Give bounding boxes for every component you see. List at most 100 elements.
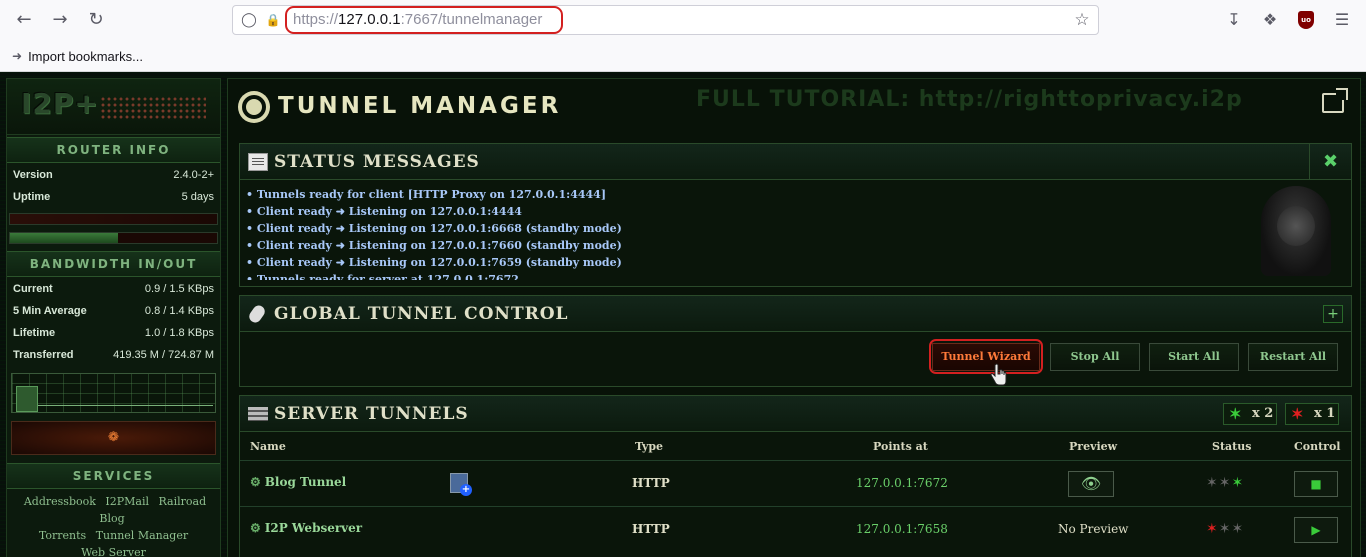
bandwidth-5min: 5 Min Average 0.8 / 1.4 KBps [7,301,220,323]
service-addressbook[interactable]: Addressbook [24,495,96,508]
status-message: • Client ready ➜ Listening on 127.0.0.1:… [246,205,522,218]
service-torrents[interactable]: Torrents [39,529,86,542]
tunnel-name-link[interactable]: ⚙ Blog Tunnel [250,475,346,489]
downloads-icon[interactable]: ↧ [1222,8,1246,32]
clear-messages-close-icon[interactable]: ✖ [1309,144,1351,180]
status-message: • Client ready ➜ Listening on 127.0.0.1:… [246,239,622,252]
popout-icon[interactable] [1322,88,1348,113]
gear-icon: ⚙ [250,475,261,489]
transferred-value: 419.35 M / 724.87 M [113,349,214,361]
column-header-control: Control [1294,440,1341,453]
server-tunnels-panel: SERVER TUNNELS ✶ x 2 ✶ x 1 Name Type Poi… [239,395,1352,557]
tunnel-name-link[interactable]: ⚙ I2P Webserver [250,521,362,535]
main-panel: TUNNEL MANAGER FULL TUTORIAL: http://rig… [227,78,1361,557]
running-count-badge: ✶ x 2 [1223,403,1277,425]
server-tunnels-title: SERVER TUNNELS [274,404,469,424]
add-to-addressbook-icon[interactable]: + [450,473,472,496]
logo-text: I2P+ [21,87,99,120]
browser-toolbar: ← → ↻ ◯ 🔒 https://127.0.0.1:7667/tunnelm… [0,0,1366,72]
menu-icon[interactable]: ☰ [1330,8,1354,32]
lifetime-label: Lifetime [13,327,56,339]
router-control-dock[interactable]: ❁ [11,421,216,455]
service-i2pmail[interactable]: I2PMail [105,495,149,508]
version-label: Version [13,169,53,181]
import-icon: ➜ [12,49,23,63]
bandwidth-lifetime: Lifetime 1.0 / 1.8 KBps [7,323,220,345]
restart-all-button[interactable]: Restart All [1248,343,1338,371]
services-header[interactable]: SERVICES [7,463,220,489]
five-min-value: 0.8 / 1.4 KBps [144,305,214,317]
bandwidth-header[interactable]: BANDWIDTH IN/OUT [7,251,220,277]
tunnel-wizard-button[interactable]: Tunnel Wizard [932,343,1040,371]
transferred-label: Transferred [13,349,74,361]
tutorial-watermark: FULL TUTORIAL: http://righttoprivacy.i2p [696,87,1243,112]
stop-all-button[interactable]: Stop All [1050,343,1140,371]
lifetime-value: 1.0 / 1.8 KBps [144,327,214,339]
router-info-header[interactable]: ROUTER INFO [7,137,220,163]
start-all-button[interactable]: Start All [1149,343,1239,371]
preview-eye-button[interactable]: 👁 [1068,471,1114,497]
status-message: • Tunnels ready for server at 127.0.0.1:… [246,273,519,280]
stopped-star-icon: ✶ [1291,405,1304,423]
status-message-list: • Tunnels ready for client [HTTP Proxy o… [246,186,622,280]
status-messages-title: STATUS MESSAGES [274,152,480,172]
tunnel-points-at-link[interactable]: 127.0.0.1:7672 [856,476,948,490]
ublock-origin-icon[interactable]: uo [1298,11,1314,29]
url-text[interactable]: https://127.0.0.1:7667/tunnelmanager [293,11,542,28]
import-bookmarks-link[interactable]: ➜ Import bookmarks... [12,47,143,65]
mouse-icon [248,305,268,323]
running-count: x 2 [1252,406,1274,421]
bookmark-star-icon[interactable]: ☆ [1072,10,1092,30]
running-star-icon: ✶ [1229,405,1242,423]
status-star-icon: ✶ [1218,521,1232,537]
forward-icon[interactable]: → [48,8,72,32]
bandwidth-current: Current 0.9 / 1.5 KBps [7,279,220,301]
extensions-icon[interactable]: ❖ [1258,8,1282,32]
reload-icon[interactable]: ↻ [84,8,108,32]
shield-icon[interactable]: ◯ [241,12,257,28]
table-row: ⚙ I2P Webserver HTTP 127.0.0.1:7658 No Pr… [240,506,1351,552]
graph-spike [16,386,38,412]
address-bar[interactable]: ◯ 🔒 https://127.0.0.1:7667/tunnelmanager… [232,5,1099,35]
tunnel-type: HTTP [632,522,670,536]
service-web-server[interactable]: Web Server [81,546,146,557]
import-bookmarks-label: Import bookmarks... [28,48,143,64]
tunnel-build-bar [9,232,218,244]
table-row: ⚙ Blog Tunnel + HTTP 127.0.0.1:7672 👁 ✶✶✶… [240,460,1351,506]
expand-plus-button[interactable]: + [1323,305,1343,323]
stopped-count: x 1 [1314,406,1336,421]
status-star-icon: ✶ [1231,521,1245,537]
column-header-name: Name [250,440,286,453]
sidebar: I2P+ ROUTER INFO Version 2.4.0-2+ Uptime… [6,78,221,557]
column-header-status: Status [1212,440,1252,453]
status-star-icon: ✶ [1206,475,1219,491]
five-min-label: 5 Min Average [13,305,87,317]
start-tunnel-button[interactable]: ▶ [1294,517,1338,543]
back-icon[interactable]: ← [12,8,36,32]
router-control-icon: ❁ [108,430,119,445]
no-preview-text: No Preview [1058,522,1129,536]
status-messages-header: STATUS MESSAGES ✖ [240,144,1351,180]
status-star-icon: ✶ [1231,475,1245,491]
uptime-label: Uptime [13,191,51,203]
url-scheme: https:// [293,11,339,28]
global-tunnel-control-header: GLOBAL TUNNEL CONTROL + [240,296,1351,332]
column-header-preview: Preview [1069,440,1118,453]
url-path: :7667/tunnelmanager [400,11,543,28]
tunnel-points-at-link[interactable]: 127.0.0.1:7658 [856,522,948,536]
status-indicator: ✶✶✶ [1206,475,1244,491]
column-header-type: Type [635,440,664,453]
bandwidth-graph[interactable] [11,373,216,413]
tunnel-name: Blog Tunnel [264,475,347,489]
status-indicator: ✶✶✶ [1206,521,1244,537]
url-host: 127.0.0.1 [338,11,401,28]
page-title: TUNNEL MANAGER [278,93,562,119]
global-tunnel-control-panel: GLOBAL TUNNEL CONTROL + Tunnel Wizard St… [239,295,1352,387]
version-value: 2.4.0-2+ [173,169,214,181]
service-tunnel-manager[interactable]: Tunnel Manager [96,529,188,542]
current-label: Current [13,283,53,295]
i2p-logo[interactable]: I2P+ [7,79,220,135]
router-info-version: Version 2.4.0-2+ [7,165,220,187]
lock-icon[interactable]: 🔒 [265,12,281,28]
stop-tunnel-button[interactable]: ■ [1294,471,1338,497]
